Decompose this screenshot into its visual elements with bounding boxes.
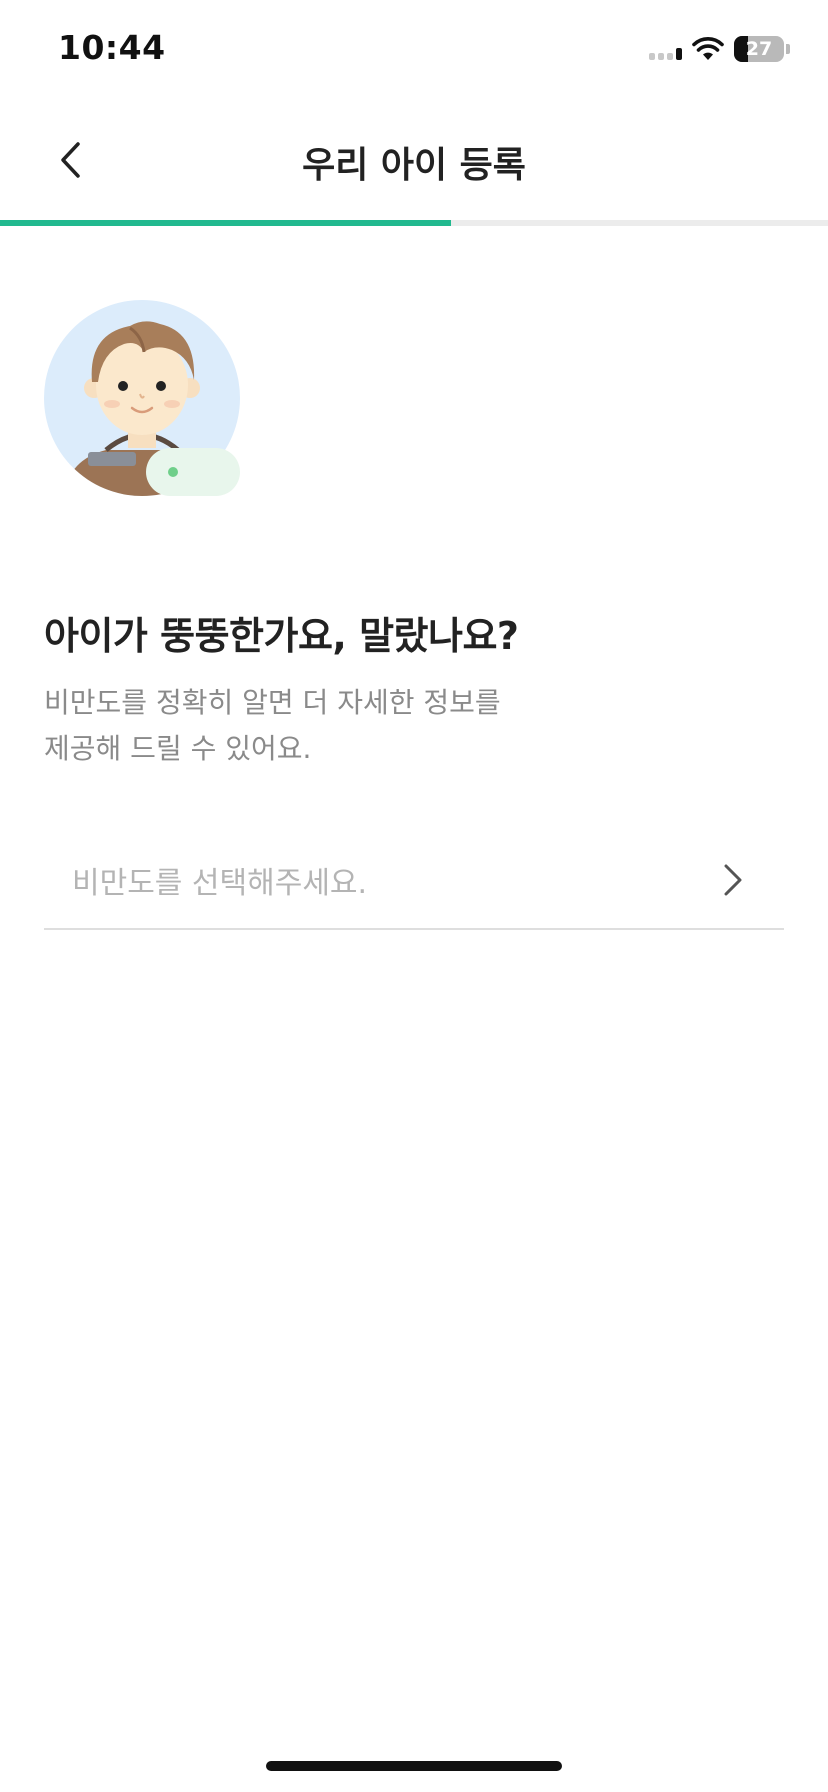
navigation-bar: 우리 아이 등록 [0,100,828,220]
chevron-right-icon [724,864,742,896]
obesity-select[interactable]: 비만도를 선택해주세요. [44,840,784,930]
description-line-2: 제공해 드릴 수 있어요. [44,732,312,765]
avatar-status-badge [146,448,240,496]
question-heading: 아이가 뚱뚱한가요, 말랐나요? [44,614,519,658]
question-description: 비만도를 정확히 알면 더 자세한 정보를 제공해 드릴 수 있어요. [44,680,644,772]
description-line-1: 비만도를 정확히 알면 더 자세한 정보를 [44,686,501,719]
battery-cap [786,44,790,54]
wifi-icon [692,37,724,60]
status-bar: 10:44 27 [0,0,828,100]
child-avatar [44,300,240,496]
progress-fill [0,220,452,226]
cellular-signal-icon [649,38,682,60]
home-indicator[interactable] [266,1761,562,1771]
status-time: 10:44 [58,28,166,67]
battery-level: 27 [745,38,773,60]
obesity-select-placeholder: 비만도를 선택해주세요. [72,866,368,901]
status-icons: 27 [649,34,790,64]
battery-icon: 27 [734,36,784,62]
page-title: 우리 아이 등록 [302,145,526,186]
progress-bar [0,220,828,226]
status-dot-icon [168,467,178,477]
